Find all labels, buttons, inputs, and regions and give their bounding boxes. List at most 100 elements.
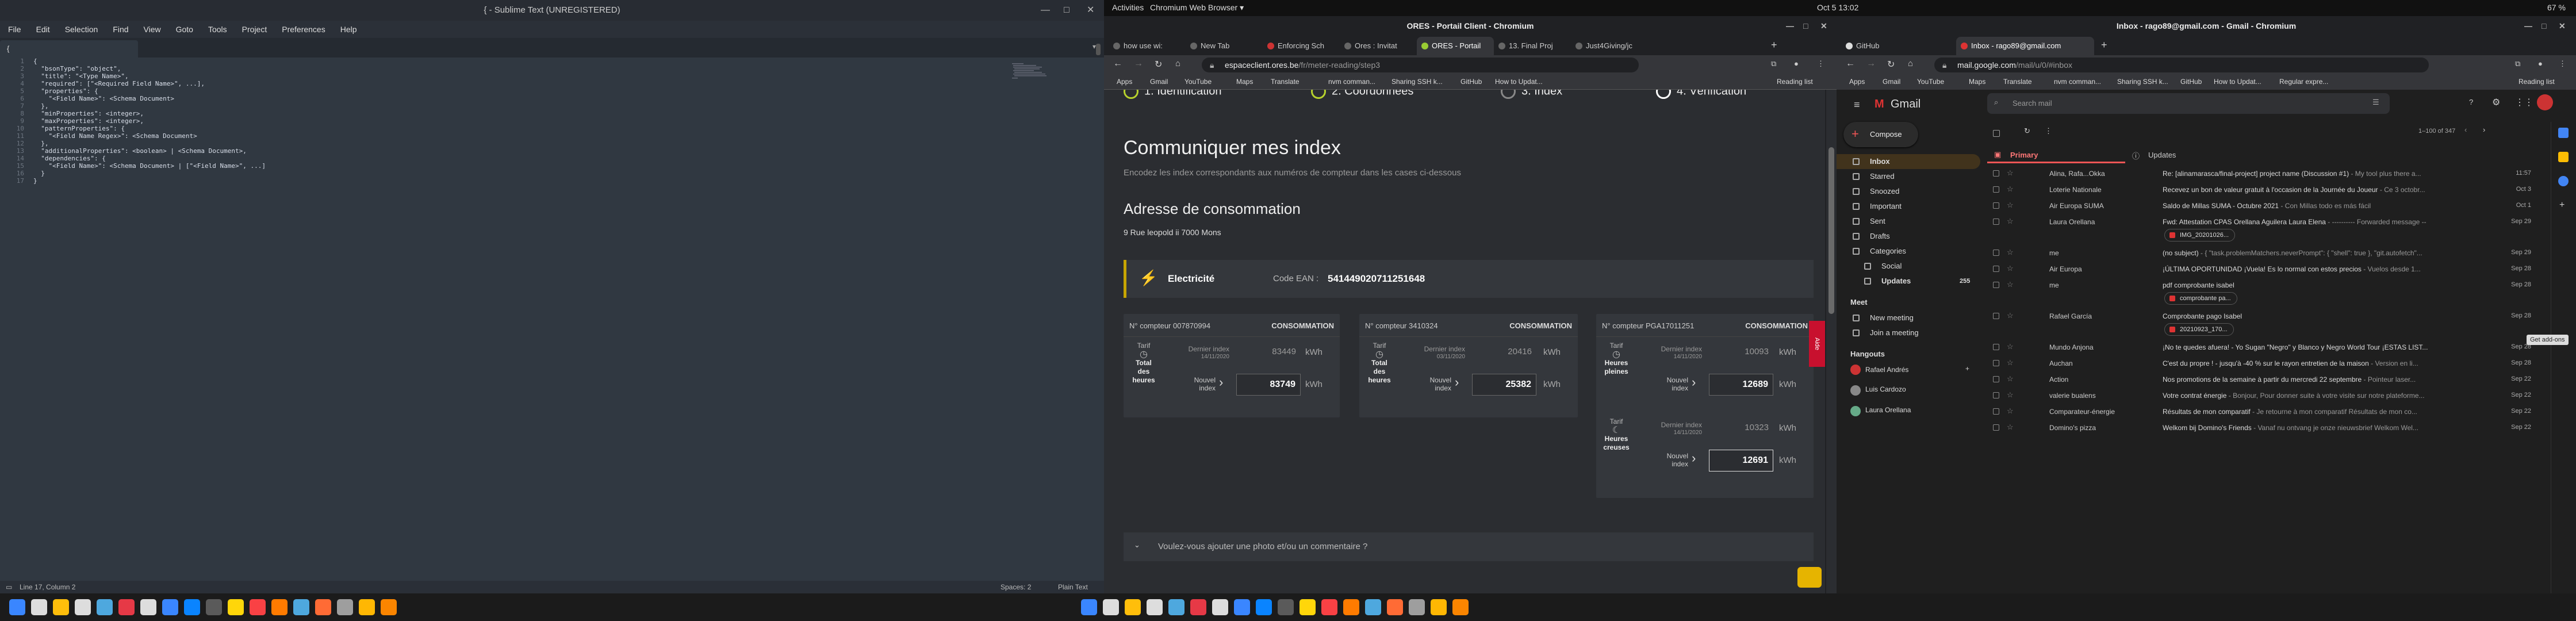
keep-icon[interactable] (2558, 152, 2569, 162)
email-row[interactable]: ☆ Mundo Anjona ¡No te quedes afuera! - Yo … (1987, 339, 2539, 354)
terminal-icon[interactable] (1103, 599, 1119, 615)
nav-inbox[interactable]: Inbox (1837, 154, 1980, 169)
menu-preferences[interactable]: Preferences (282, 25, 325, 34)
star-icon[interactable]: ☆ (2007, 374, 2014, 384)
email-row[interactable]: ☆ Domino's pizza Welkom bij Domino's Frien… (1987, 420, 2539, 435)
nav-updates[interactable]: Updates 255 (1837, 274, 1980, 289)
gmail-logo[interactable]: Gmail (1891, 98, 1920, 111)
nav-starred[interactable]: Starred (1837, 169, 1980, 184)
comment-toggle[interactable]: ⌄ Voulez-vous ajouter une photo et/ou un… (1124, 532, 1814, 561)
email-row[interactable]: ☆ Alina, Rafa...Okka Re: [alinamarasca/fin… (1987, 166, 2539, 181)
maximize-icon[interactable]: □ (1803, 16, 1808, 36)
camera-icon[interactable] (140, 599, 156, 615)
nav-snoozed[interactable]: Snoozed (1837, 184, 1980, 199)
address-bar[interactable]: 🔒︎ mail.google.com/mail/u/0/#inbox (1934, 57, 2429, 72)
editor-scrollbar[interactable] (1096, 44, 1101, 55)
home-icon[interactable]: ⌂ (1908, 59, 1913, 68)
sublime-icon[interactable] (381, 599, 397, 615)
menu-view[interactable]: View (144, 25, 161, 34)
page-scrollbar[interactable] (1826, 90, 1837, 593)
indent-setting[interactable]: Spaces: 2 (1000, 583, 1031, 591)
select-all-checkbox[interactable] (1993, 130, 2000, 137)
browser-tab-active[interactable]: ORES - Portail (1417, 37, 1494, 55)
notes-icon[interactable] (228, 599, 244, 615)
folder-icon[interactable] (359, 599, 375, 615)
menu-dots-icon[interactable]: ⋮ (2559, 59, 2566, 68)
meet-new[interactable]: New meeting (1837, 310, 1980, 325)
hamburger-icon[interactable]: ≡ (1854, 99, 1860, 111)
tasks-icon[interactable] (2558, 176, 2569, 186)
settings-gear-icon[interactable]: ⚙ (2492, 97, 2500, 108)
battery-indicator[interactable]: 67 % (2547, 3, 2566, 12)
bookmark-maps[interactable]: Maps (1236, 78, 1253, 86)
trash-icon[interactable] (337, 599, 353, 615)
vscode-icon[interactable] (184, 599, 200, 615)
browser-tab[interactable]: 13. Final Proj (1494, 37, 1571, 55)
minimize-icon[interactable]: — (2524, 16, 2532, 36)
meet-join[interactable]: Join a meeting (1837, 325, 1980, 340)
menu-tools[interactable]: Tools (208, 25, 227, 34)
settings-icon[interactable] (162, 599, 178, 615)
new-tab-icon[interactable]: + (1771, 39, 1777, 51)
close-icon[interactable]: ✕ (2559, 16, 2566, 36)
browser-tab[interactable]: Just4Giving/jc (1571, 37, 1648, 55)
code-editor[interactable]: 1 2 3 4 5 6 7 8 9 10 11 12 13 14 15 16 17 { "bsonType": … (0, 57, 1097, 575)
compose-button[interactable]: + Compose (1843, 122, 1918, 147)
firefox-icon[interactable] (293, 599, 309, 615)
star-icon[interactable]: ☆ (2007, 168, 2014, 178)
reading-list[interactable]: Reading list (1777, 78, 1813, 86)
star-icon[interactable]: ☆ (2007, 280, 2014, 289)
hangout-contact[interactable]: Rafael Andrés + (1850, 363, 1977, 377)
email-row[interactable]: ☆ me (no subject) - { "task.problemMatcher… (1987, 245, 2539, 260)
more-icon[interactable]: ⋮ (2045, 126, 2052, 136)
browser-tab[interactable]: Ores : Invitat (1340, 37, 1417, 55)
menu-project[interactable]: Project (242, 25, 267, 34)
calendar-icon[interactable] (250, 599, 266, 615)
forward-icon[interactable]: → (1866, 59, 1876, 69)
status-panel-icon[interactable]: ▭ (6, 583, 12, 591)
email-row[interactable]: ☆ Air Europa SUMA Saldo de Millas SUMA - O… (1987, 198, 2539, 213)
browser-tab[interactable]: how use wi: (1109, 37, 1186, 55)
apps-grid-icon[interactable]: ⋮⋮ (2515, 97, 2533, 108)
new-index-input[interactable]: 83749 (1236, 374, 1301, 396)
attachment-chip[interactable]: 20210923_170... (2164, 323, 2234, 336)
row-checkbox[interactable] (1993, 392, 1999, 398)
calendar-icon[interactable] (2558, 128, 2569, 138)
browser-tab-active[interactable]: Inbox - rago89@gmail.com (1956, 37, 2094, 55)
hangout-contact[interactable]: Luis Cardozo (1850, 383, 1977, 400)
back-icon[interactable]: ← (1846, 59, 1855, 69)
row-checkbox[interactable] (1993, 376, 1999, 382)
row-checkbox[interactable] (1993, 344, 1999, 350)
email-row[interactable]: ☆ Air Europa ¡ÚLTIMA OPORTUNIDAD ¡Vuela! E… (1987, 261, 2539, 276)
back-icon[interactable]: ← (1113, 59, 1122, 69)
email-row[interactable]: ☆ Action Nos promotions de la semaine à pa… (1987, 371, 2539, 386)
syntax-setting[interactable]: Plain Text (1058, 583, 1088, 591)
notes-icon[interactable] (1125, 599, 1141, 615)
menu-help[interactable]: Help (340, 25, 357, 34)
bookmark-gmail[interactable]: Gmail (1150, 78, 1168, 86)
app-menu[interactable]: Chromium Web Browser ▾ (1150, 3, 1244, 13)
new-index-input[interactable]: 12691 (1709, 450, 1773, 471)
new-tab-icon[interactable]: + (2101, 39, 2107, 51)
home-icon[interactable]: ⌂ (1175, 59, 1180, 68)
bookmark-apps[interactable]: Apps (1117, 78, 1132, 86)
chromium-icon[interactable] (206, 599, 222, 615)
bookmark-maps[interactable]: Maps (1969, 78, 1985, 86)
row-checkbox[interactable] (1993, 360, 1999, 366)
files-icon[interactable] (1081, 599, 1097, 615)
notes-icon[interactable] (1300, 599, 1316, 615)
screenshot-icon[interactable] (1190, 599, 1206, 615)
search-input[interactable]: ⌕ Search mail ☰ (1987, 93, 2390, 114)
filter-icon[interactable]: ☰ (2372, 98, 2379, 107)
star-icon[interactable]: ☆ (2007, 185, 2014, 194)
terminal-icon[interactable] (31, 599, 47, 615)
camera-icon[interactable] (1212, 599, 1228, 615)
star-icon[interactable]: ☆ (2007, 201, 2014, 210)
maximize-icon[interactable]: □ (1064, 0, 1070, 21)
add-ons-icon[interactable]: + (2559, 200, 2564, 210)
menu-edit[interactable]: Edit (36, 25, 50, 34)
code-text[interactable]: { "bsonType": "object", "title": "<Type … (33, 57, 266, 185)
reload-icon[interactable]: ↻ (1887, 59, 1895, 70)
firefox-icon[interactable] (1365, 599, 1381, 615)
sublime-icon[interactable] (1452, 599, 1469, 615)
